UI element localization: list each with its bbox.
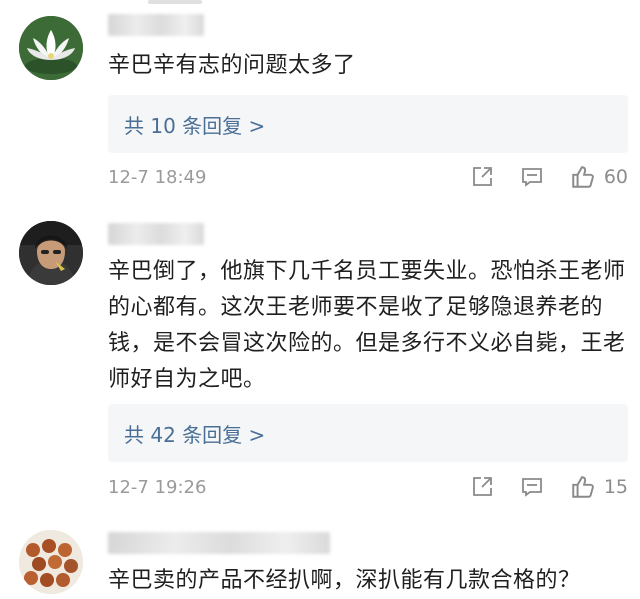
username-blurred[interactable] [108,14,204,36]
avatar-person[interactable] [19,221,83,285]
comment-text: 辛巴辛有志的问题太多了 [108,53,356,78]
thumbs-up-icon [572,166,594,188]
like-button[interactable]: 60 [570,164,628,190]
comment-button[interactable] [520,475,544,499]
comment-meta: 12-7 19:26 15 [108,472,628,502]
comment-text: 辛巴卖的产品不经扒啊，深扒能有几款合格的？ [108,568,581,593]
share-icon [472,477,492,496]
username-blurred[interactable] [108,532,330,554]
comment-icon [521,168,542,187]
comment-actions: 60 [444,164,628,190]
like-button[interactable]: 15 [570,474,628,500]
avatar-beads[interactable] [19,530,83,594]
like-count: 60 [603,166,628,188]
thumbs-up-icon [572,476,594,498]
share-button[interactable] [470,475,494,499]
view-replies-button[interactable]: 共 10 条回复 > [108,95,628,153]
share-icon [472,167,492,186]
comment-meta: 12-7 18:49 60 [108,162,628,192]
username-blurred[interactable] [108,223,204,245]
comment-timestamp: 12-7 18:49 [108,166,207,188]
view-replies-button[interactable]: 共 42 条回复 > [108,404,628,462]
comment-icon [521,478,542,497]
comment-text: 辛巴倒了，他旗下几千名员工要失业。恐怕杀王老师的心都有。这次王老师要不是收了足够… [108,259,626,392]
share-button[interactable] [470,165,494,189]
avatar-lotus[interactable] [19,16,83,80]
scroll-indicator [148,0,202,4]
comment-button[interactable] [520,165,544,189]
comment-timestamp: 12-7 19:26 [108,476,207,498]
like-count: 15 [603,476,628,498]
comment-actions: 15 [444,474,628,500]
